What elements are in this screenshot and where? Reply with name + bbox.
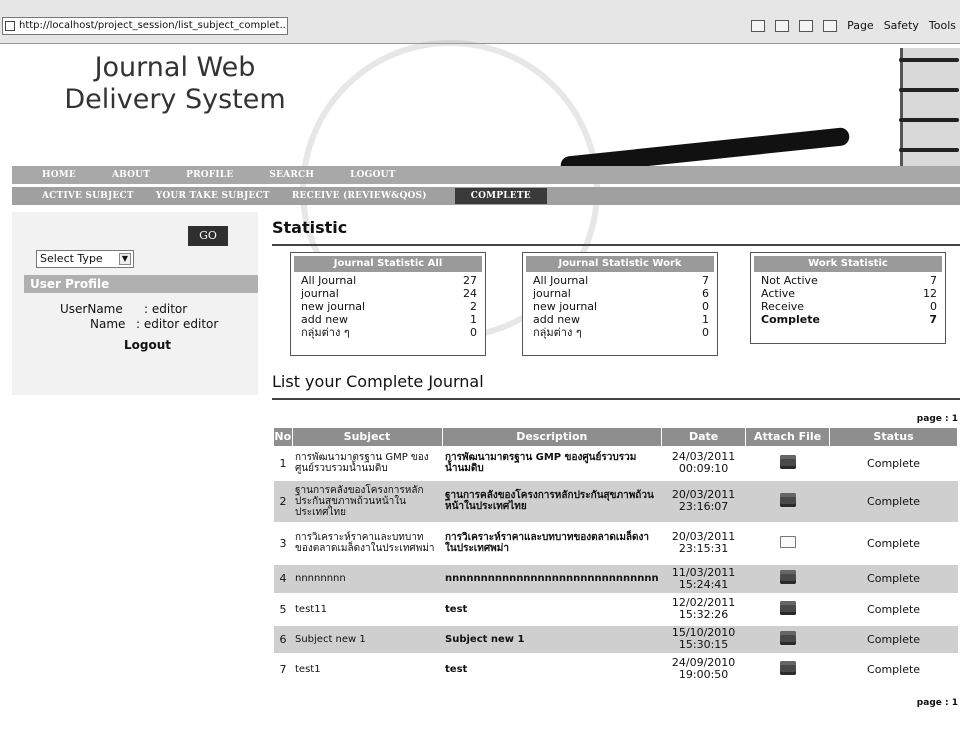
sidebar-logout-link[interactable]: Logout (124, 338, 171, 352)
column-header: No (274, 428, 293, 446)
table-row[interactable]: 4 nnnnnnnn nnnnnnnnnnnnnnnnnnnnnnnnnnnnn… (274, 563, 958, 593)
page-menu[interactable]: Page (847, 17, 874, 35)
mail-icon[interactable] (799, 20, 814, 32)
stat-row: journal 24 (301, 287, 477, 300)
journal-table: No Subject Description Date Attach File … (274, 428, 958, 685)
stat-heading: Work Statistic (754, 256, 942, 272)
username-label: UserName (60, 302, 123, 316)
notebook-illustration (899, 48, 960, 166)
stat-heading: Journal Statistic All (294, 256, 482, 272)
type-select-value: Select Type (40, 252, 103, 265)
status-cell: Complete (829, 624, 958, 653)
table-row[interactable]: 2 ฐานการคลังของโครงการหลักประกันสุขภาพถ้… (274, 479, 958, 522)
address-bar[interactable]: http://localhost/project_session/list_su… (2, 17, 288, 35)
column-header: Subject (292, 428, 443, 446)
logo-line-2: Delivery System (64, 84, 286, 115)
nav-your-take-subject[interactable]: YOUR TAKE SUBJECT (156, 191, 270, 201)
logo-line-1: Journal Web (94, 52, 256, 83)
stat-heading: Journal Statistic Work (526, 256, 714, 272)
nav-search[interactable]: SEARCH (269, 170, 314, 180)
stat-row: Receive 0 (761, 300, 937, 313)
nav-logout[interactable]: LOGOUT (350, 170, 395, 180)
status-cell: Complete (829, 445, 958, 480)
stat-row: กลุ่มต่าง ๆ0 (301, 326, 477, 339)
divider (272, 398, 960, 400)
tools-menu[interactable]: Tools (929, 17, 956, 35)
column-header: Description (442, 428, 663, 446)
table-row[interactable]: 1 การพัฒนามาตรฐาน GMP ของศูนย์รวบรวมน้ำน… (274, 445, 958, 480)
type-select[interactable]: Select Type ▼ (36, 250, 134, 268)
table-row[interactable]: 6 Subject new 1 Subject new 1 15/10/2010… (274, 624, 958, 653)
table-row[interactable]: 5 test11 test 12/02/2011 15:32:26 Comple… (274, 592, 958, 625)
stat-row: All Journal 7 (533, 274, 709, 287)
address-url: http://localhost/project_session/list_su… (19, 20, 288, 31)
feeds-icon[interactable] (775, 20, 790, 32)
nav-home[interactable]: HOME (42, 170, 76, 180)
page-indicator-top: page : 1 (916, 414, 958, 424)
stat-row: add new 1 (301, 313, 477, 326)
stat-row: Complete 7 (761, 313, 937, 326)
stat-row: Active 12 (761, 287, 937, 300)
stat-row: journal 6 (533, 287, 709, 300)
column-header: Date (661, 428, 747, 446)
nav-receive[interactable]: RECEIVE (REVIEW&QOS) (292, 191, 427, 201)
stat-row: กลุ่มต่าง ๆ0 (533, 326, 709, 339)
file-stack-icon[interactable] (779, 600, 796, 615)
nav-profile[interactable]: PROFILE (186, 170, 233, 180)
status-cell: Complete (829, 652, 958, 685)
name-label: Name (90, 317, 126, 331)
empty-folder-icon[interactable] (779, 535, 796, 548)
page-indicator-bottom: page : 1 (916, 698, 958, 708)
file-stack-icon[interactable] (779, 570, 796, 584)
journal-statistic-all: Journal Statistic All All Journal 27 jour… (290, 252, 486, 356)
file-stack-icon[interactable] (779, 454, 796, 469)
nav-active-subject[interactable]: ACTIVE SUBJECT (42, 191, 134, 201)
table-row[interactable]: 7 test1 test 24/09/2010 19:00:50 Complet… (274, 652, 958, 685)
site-logo: Journal Web Delivery System (60, 52, 290, 116)
column-header: Status (829, 428, 958, 446)
divider (272, 244, 960, 246)
file-stack-icon[interactable] (779, 492, 796, 507)
stat-row: new journal 2 (301, 300, 477, 313)
work-statistic: Work Statistic Not Active 7 Active 12 Rece… (750, 252, 946, 344)
page-icon (5, 21, 15, 31)
name-value: : editor editor (136, 317, 219, 331)
username-value: : editor (144, 302, 188, 316)
chevron-down-icon: ▼ (119, 253, 131, 265)
file-stack-icon[interactable] (779, 630, 796, 645)
list-title: List your Complete Journal (272, 372, 484, 391)
file-stack-icon[interactable] (779, 660, 796, 675)
print-icon[interactable] (823, 20, 838, 32)
safety-menu[interactable]: Safety (884, 17, 919, 35)
status-cell: Complete (829, 521, 958, 564)
stat-row: Not Active 7 (761, 274, 937, 287)
browser-toolbar: http://localhost/project_session/list_su… (0, 0, 960, 44)
table-header: No Subject Description Date Attach File … (274, 428, 958, 446)
home-icon[interactable] (751, 20, 766, 32)
status-cell: Complete (829, 563, 958, 593)
nav-complete[interactable]: COMPLETE (454, 188, 547, 204)
table-row[interactable]: 3 การวิเคราะห์ราคาและบทบาทของตลาดเมล็ดงา… (274, 521, 958, 564)
stat-row: All Journal 27 (301, 274, 477, 287)
sub-nav: ACTIVE SUBJECT YOUR TAKE SUBJECT RECEIVE… (12, 187, 960, 205)
status-cell: Complete (829, 479, 958, 522)
status-cell: Complete (829, 592, 958, 625)
user-profile-header: User Profile (24, 275, 258, 293)
go-button[interactable]: GO (188, 226, 228, 246)
stat-row: new journal 0 (533, 300, 709, 313)
column-header: Attach File (745, 428, 831, 446)
journal-statistic-work: Journal Statistic Work All Journal 7 jour… (522, 252, 718, 356)
nav-about[interactable]: ABOUT (112, 170, 150, 180)
browser-tools: Page Safety Tools (751, 17, 960, 35)
main-nav: HOME ABOUT PROFILE SEARCH LOGOUT (12, 166, 960, 184)
statistic-title: Statistic (272, 218, 348, 237)
stat-row: add new 1 (533, 313, 709, 326)
